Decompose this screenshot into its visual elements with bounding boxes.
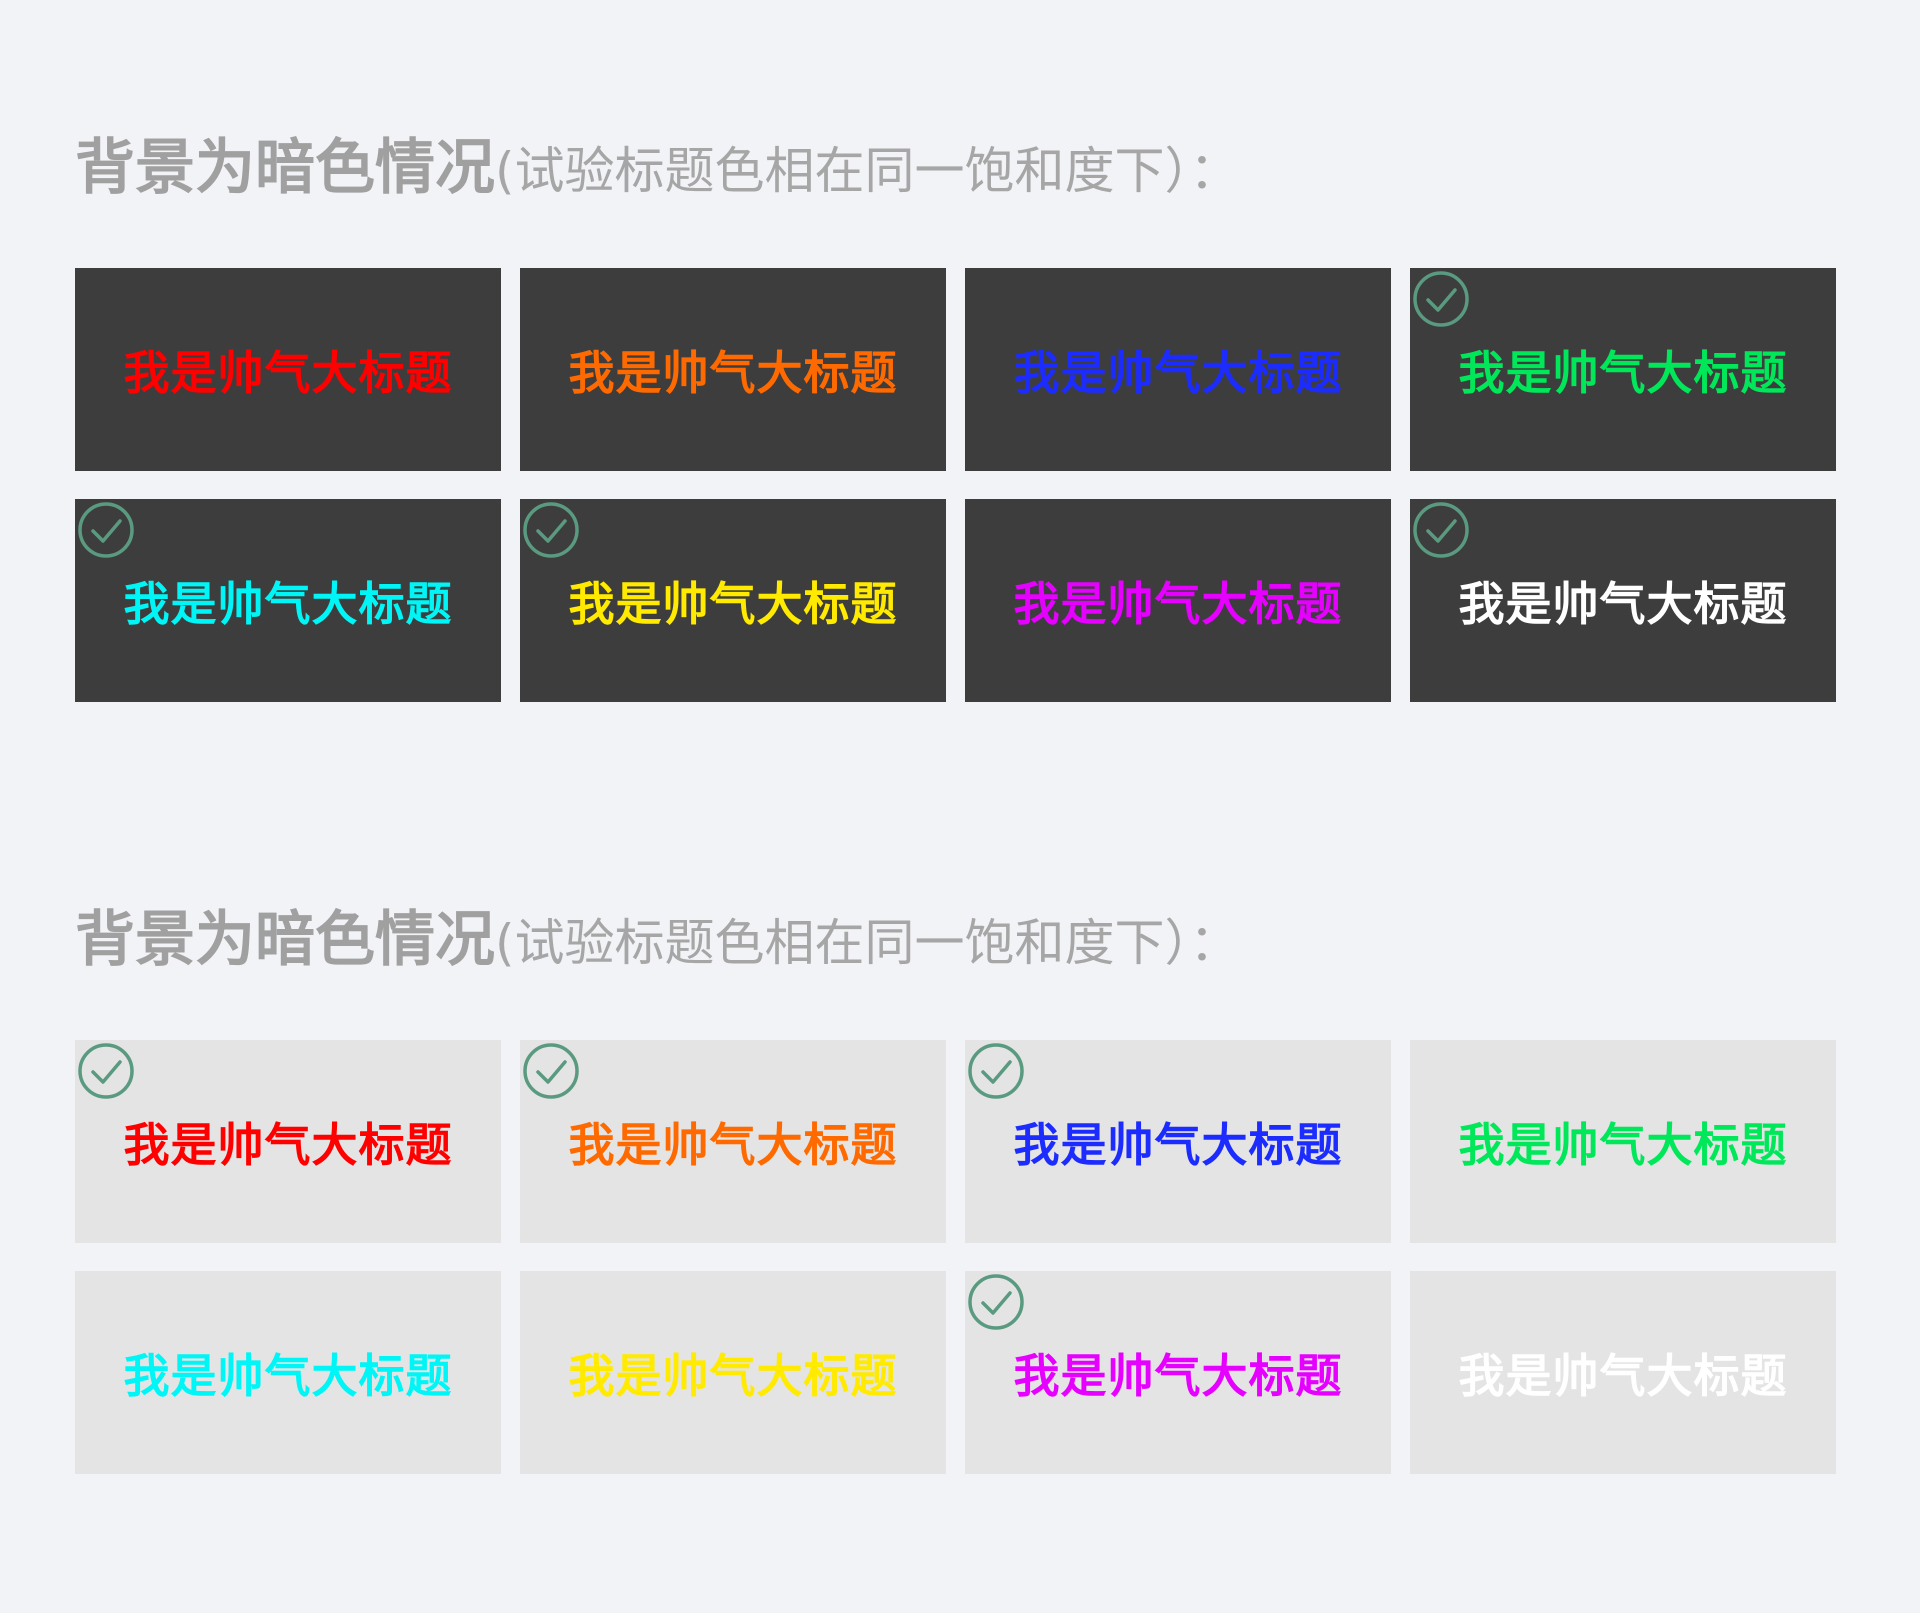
- light-background-section: 背景为暗色情况(试验标题色相在同一饱和度下）： 我是帅气大标题 我是帅气大标题 我是…: [75, 900, 1839, 1474]
- sample-title-text: 我是帅气大标题: [1458, 345, 1788, 400]
- sample-title-text: 我是帅气大标题: [568, 345, 898, 400]
- color-sample-tile: 我是帅气大标题: [1410, 1271, 1836, 1474]
- color-sample-tile: 我是帅气大标题: [965, 499, 1391, 702]
- sample-title-text: 我是帅气大标题: [1458, 576, 1788, 631]
- heading-main-text: 背景为暗色情况: [75, 133, 495, 203]
- color-sample-tile: 我是帅气大标题: [75, 499, 501, 702]
- sample-title-text: 我是帅气大标题: [123, 1348, 453, 1403]
- swatch-grid-light: 我是帅气大标题 我是帅气大标题 我是帅气大标题 我是帅气大标题 我是帅气大标题 我是帅气大…: [75, 1040, 1839, 1474]
- sample-title-text: 我是帅气大标题: [123, 576, 453, 631]
- check-circle-icon: [1413, 502, 1469, 558]
- sample-title-text: 我是帅气大标题: [568, 1348, 898, 1403]
- sample-title-text: 我是帅气大标题: [1013, 1117, 1343, 1172]
- sample-title-text: 我是帅气大标题: [568, 1117, 898, 1172]
- sample-title-text: 我是帅气大标题: [1013, 1348, 1343, 1403]
- check-circle-icon: [523, 502, 579, 558]
- heading-note-text: (试验标题色相在同一饱和度下）：: [495, 914, 1240, 972]
- check-circle-icon: [1413, 271, 1469, 327]
- color-sample-tile: 我是帅气大标题: [1410, 268, 1836, 471]
- dark-background-section: 背景为暗色情况(试验标题色相在同一饱和度下）： 我是帅气大标题 我是帅气大标题 我是…: [75, 128, 1839, 702]
- heading-main-text: 背景为暗色情况: [75, 905, 495, 975]
- color-sample-tile: 我是帅气大标题: [1410, 499, 1836, 702]
- color-sample-tile: 我是帅气大标题: [965, 1271, 1391, 1474]
- sample-title-text: 我是帅气大标题: [1458, 1348, 1788, 1403]
- sample-title-text: 我是帅气大标题: [123, 345, 453, 400]
- color-sample-tile: 我是帅气大标题: [75, 1271, 501, 1474]
- sample-title-text: 我是帅气大标题: [568, 576, 898, 631]
- check-circle-icon: [968, 1274, 1024, 1330]
- check-circle-icon: [523, 1043, 579, 1099]
- swatch-grid-dark: 我是帅气大标题 我是帅气大标题 我是帅气大标题 我是帅气大标题 我是帅气大标题 我是帅气大…: [75, 268, 1839, 702]
- color-sample-tile: 我是帅气大标题: [520, 1271, 946, 1474]
- color-sample-tile: 我是帅气大标题: [520, 499, 946, 702]
- section-heading: 背景为暗色情况(试验标题色相在同一饱和度下）：: [75, 900, 1839, 980]
- check-circle-icon: [78, 1043, 134, 1099]
- color-sample-tile: 我是帅气大标题: [965, 268, 1391, 471]
- color-sample-tile: 我是帅气大标题: [520, 268, 946, 471]
- color-sample-tile: 我是帅气大标题: [520, 1040, 946, 1243]
- sample-title-text: 我是帅气大标题: [1013, 345, 1343, 400]
- sample-title-text: 我是帅气大标题: [123, 1117, 453, 1172]
- color-sample-tile: 我是帅气大标题: [75, 268, 501, 471]
- section-heading: 背景为暗色情况(试验标题色相在同一饱和度下）：: [75, 128, 1839, 208]
- heading-note-text: (试验标题色相在同一饱和度下）：: [495, 142, 1240, 200]
- color-sample-tile: 我是帅气大标题: [1410, 1040, 1836, 1243]
- color-sample-tile: 我是帅气大标题: [75, 1040, 501, 1243]
- sample-title-text: 我是帅气大标题: [1458, 1117, 1788, 1172]
- sample-title-text: 我是帅气大标题: [1013, 576, 1343, 631]
- check-circle-icon: [968, 1043, 1024, 1099]
- color-sample-tile: 我是帅气大标题: [965, 1040, 1391, 1243]
- check-circle-icon: [78, 502, 134, 558]
